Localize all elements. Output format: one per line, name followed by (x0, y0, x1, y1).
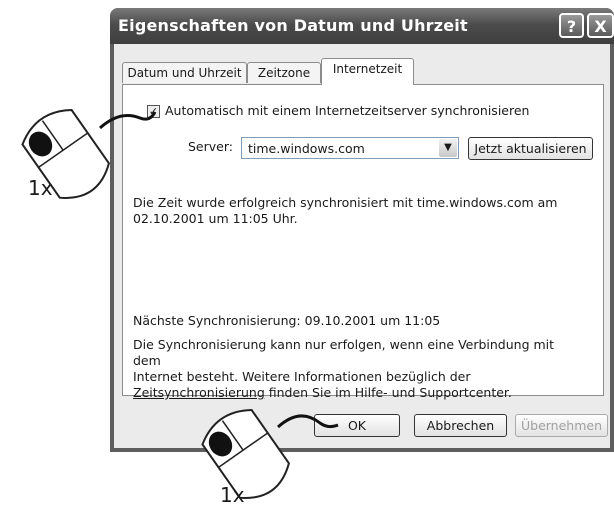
status-line-2: 02.10.2001 um 11:05 Uhr. (133, 211, 298, 226)
server-select-value: time.windows.com (248, 141, 365, 156)
help-button[interactable]: ? (559, 13, 584, 38)
status-line-1: Die Zeit wurde erfolgreich synchronisier… (133, 195, 558, 210)
server-select[interactable]: time.windows.com ▼ (241, 137, 459, 159)
sync-checkbox-label[interactable]: Automatisch mit einem Internetzeitserver… (165, 103, 529, 118)
cancel-button[interactable]: Abbrechen (414, 414, 507, 437)
tab-internet-time[interactable]: Internetzeit (321, 58, 414, 85)
sync-status-text: Die Zeit wurde erfolgreich synchronisier… (133, 195, 583, 227)
next-sync-text: Nächste Synchronisierung: 09.10.2001 um … (133, 313, 441, 328)
click-count-label: 1x (28, 176, 53, 200)
tab-time-zone[interactable]: Zeitzone (247, 62, 321, 83)
dialog-client-area: Datum und Uhrzeit Zeitzone Internetzeit … (114, 44, 610, 448)
mouse-click-icon (201, 409, 339, 499)
window-title: Eigenschaften von Datum und Uhrzeit (118, 16, 468, 35)
info-line-2: Internet besteht. Weitere Informationen … (133, 369, 471, 384)
date-time-dialog: Eigenschaften von Datum und Uhrzeit ? X … (110, 8, 614, 452)
tab-date-time[interactable]: Datum und Uhrzeit (122, 62, 247, 83)
click-count-label: 1x (220, 483, 245, 507)
server-label: Server: (188, 139, 233, 154)
internet-time-panel: ✓ Automatisch mit einem Internetzeitserv… (122, 84, 604, 400)
title-bar[interactable]: Eigenschaften von Datum und Uhrzeit ? X (110, 8, 614, 44)
chevron-down-icon[interactable]: ▼ (439, 139, 457, 157)
mouse-click-icon (21, 109, 157, 199)
apply-button[interactable]: Übernehmen (515, 414, 608, 437)
close-button[interactable]: X (587, 13, 614, 38)
update-now-button[interactable]: Jetzt aktualisieren (468, 137, 593, 160)
info-line-1: Die Synchronisierung kann nur erfolgen, … (133, 337, 555, 368)
